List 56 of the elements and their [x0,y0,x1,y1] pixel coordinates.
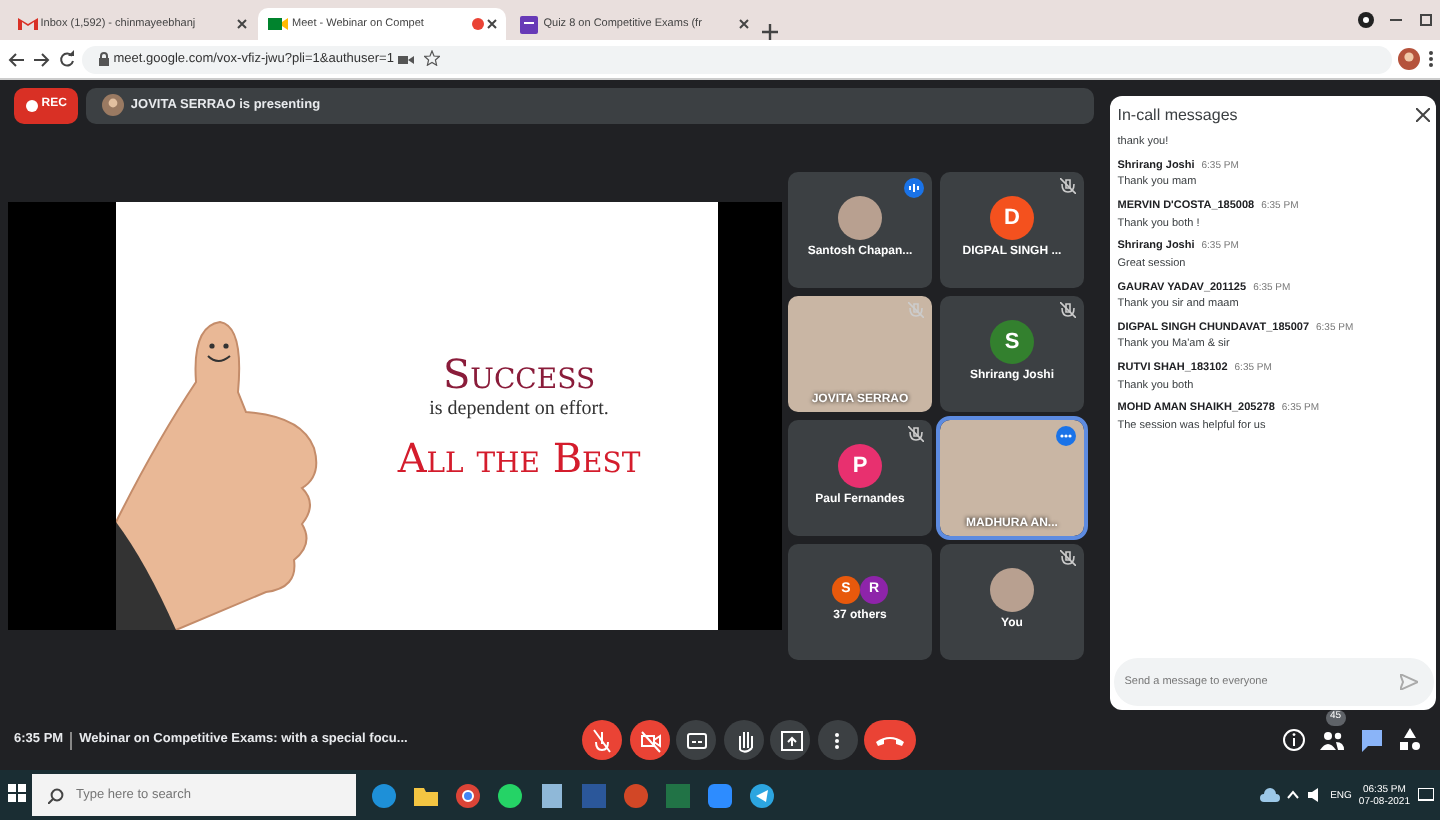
close-icon[interactable] [1415,108,1430,122]
person-photo-placeholder [838,196,882,240]
letter-avatar: P [838,444,882,488]
browser-icon[interactable] [454,781,482,809]
chevron-up-icon[interactable] [1286,790,1301,800]
camera-off-button[interactable] [629,720,669,760]
lock-icon [98,52,110,66]
hand-button[interactable] [723,720,763,760]
camera-icon[interactable] [397,53,414,65]
info-icon [1277,724,1309,756]
slides-app-icon[interactable] [622,781,650,809]
hang-up-button[interactable] [864,720,916,760]
video-app-icon[interactable] [706,781,734,809]
person-photo-placeholder [990,568,1034,612]
present-button[interactable] [770,720,810,760]
search-icon [48,788,64,804]
menu-icon[interactable] [1427,50,1433,68]
windows-start-icon[interactable] [7,784,25,803]
messenger-app-icon[interactable] [748,781,776,809]
close-icon[interactable] [738,18,750,30]
captions-button[interactable] [676,720,716,760]
close-icon[interactable] [235,18,247,30]
back-icon[interactable] [7,51,25,67]
record-icon[interactable] [1357,12,1373,28]
speaker-icon[interactable] [1307,788,1324,802]
star-icon[interactable] [423,49,440,66]
avatar-icon [101,94,124,116]
slide-tagline: All the Best [397,438,641,479]
hang-up-icon [876,734,904,746]
chat-app-icon[interactable] [496,781,524,809]
profile-avatar-icon[interactable] [1398,48,1420,70]
record-dot-icon [26,99,38,111]
panel-title: In-call messages [1117,103,1240,127]
notification-icon[interactable] [1417,787,1433,803]
more-button[interactable] [817,720,857,760]
slide-subtitle: is dependent on effort. [429,396,609,425]
activities-button[interactable] [1394,724,1426,756]
mic-off-button[interactable] [582,720,622,760]
spreadsheet-app-icon[interactable] [664,781,692,809]
slide-headline: Success [442,354,596,395]
form-icon [518,14,540,34]
close-icon[interactable] [486,18,499,30]
letter-avatar: S [990,320,1034,364]
more-icon [834,731,840,749]
mail-icon [15,14,37,34]
meet-icon [266,14,289,34]
more-options-icon[interactable] [1056,426,1076,447]
cloud-icon[interactable] [1259,788,1280,802]
reload-icon[interactable] [57,50,75,68]
info-button[interactable] [1277,724,1309,756]
letter-avatar: D [990,196,1034,240]
notes-app-icon[interactable] [538,781,566,809]
new-tab-icon[interactable] [761,24,778,40]
restore-icon[interactable] [1417,12,1433,28]
activities-icon [1394,724,1426,756]
forward-icon[interactable] [32,51,50,67]
